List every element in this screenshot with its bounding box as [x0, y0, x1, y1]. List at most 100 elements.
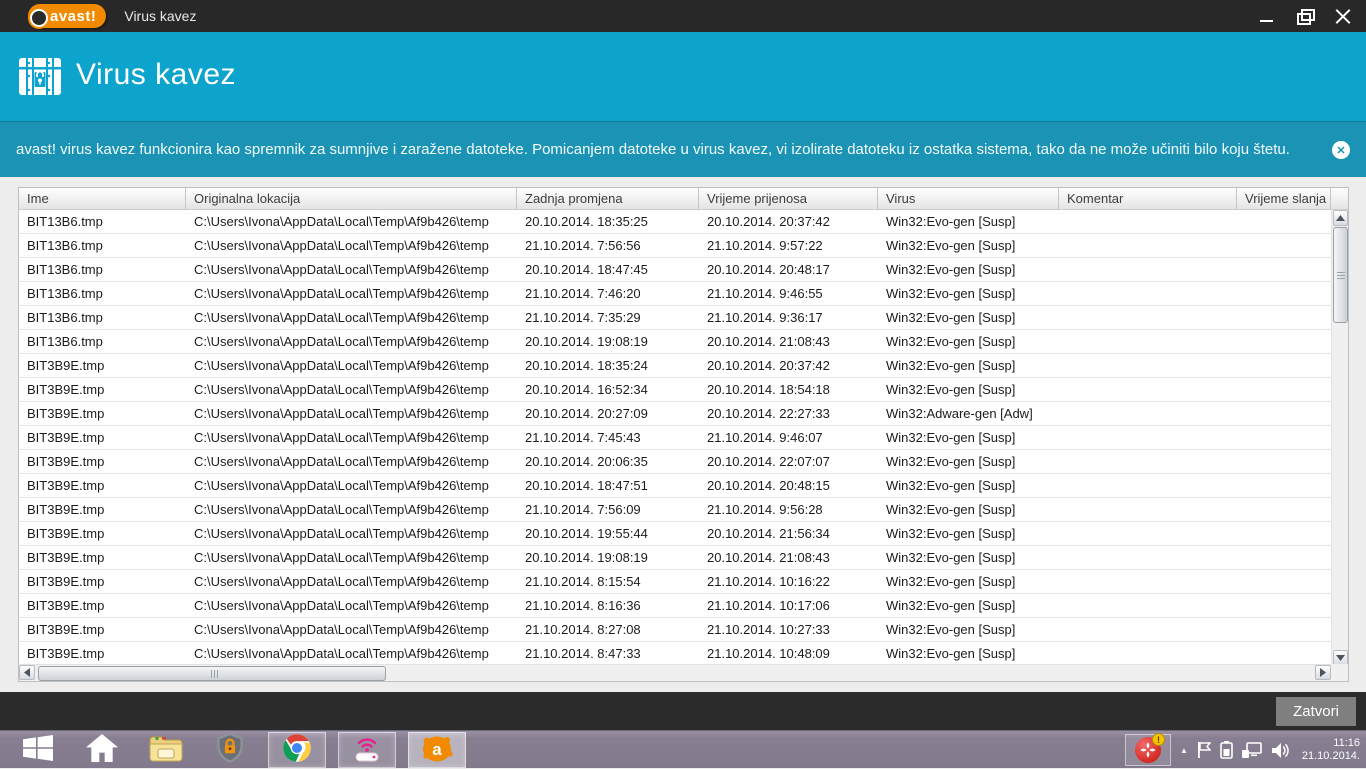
table-row[interactable]: BIT13B6.tmp C:\Users\Ivona\AppData\Local\… — [19, 210, 1348, 234]
table-row[interactable]: BIT3B9E.tmp C:\Users\Ivona\AppData\Local\… — [19, 450, 1348, 474]
taskbar-clock[interactable]: 11:16 21.10.2014. — [1302, 737, 1360, 763]
column-header[interactable]: Ime — [19, 188, 186, 210]
table-cell — [1237, 426, 1331, 449]
table-cell: C:\Users\Ivona\AppData\Local\Temp\Af9b42… — [194, 358, 489, 373]
table-row[interactable]: BIT3B9E.tmp C:\Users\Ivona\AppData\Local\… — [19, 354, 1348, 378]
table-cell: 21.10.2014. 7:46:20 — [525, 286, 641, 301]
table-cell: 20.10.2014. 20:48:15 — [707, 478, 830, 493]
table-cell — [1059, 594, 1237, 617]
start-button[interactable] — [12, 732, 64, 768]
column-header[interactable]: Vrijeme slanja — [1237, 188, 1331, 210]
tray-expand-icon[interactable]: ▲ — [1180, 746, 1188, 755]
table-row[interactable]: BIT3B9E.tmp C:\Users\Ivona\AppData\Local\… — [19, 378, 1348, 402]
table-cell: BIT3B9E.tmp — [27, 622, 105, 637]
virus-chest-table: Ime Originalna lokacija Zadnja promjena Vri… — [18, 187, 1349, 682]
table-cell: 20.10.2014. 21:08:43 — [707, 550, 830, 565]
table-cell: 20.10.2014. 19:08:19 — [525, 334, 648, 349]
column-header[interactable]: Komentar — [1059, 188, 1237, 210]
wifi-hotspot-icon — [351, 733, 383, 768]
table-row[interactable]: BIT3B9E.tmp C:\Users\Ivona\AppData\Local\… — [19, 498, 1348, 522]
table-cell: C:\Users\Ivona\AppData\Local\Temp\Af9b42… — [194, 598, 489, 613]
security-shield-button[interactable] — [204, 732, 256, 768]
avast-icon: a — [420, 732, 454, 769]
table-row[interactable]: BIT3B9E.tmp C:\Users\Ivona\AppData\Local\… — [19, 402, 1348, 426]
table-cell: BIT13B6.tmp — [27, 238, 103, 253]
table-cell: 21.10.2014. 7:45:43 — [525, 430, 641, 445]
table-cell — [1237, 522, 1331, 545]
table-cell: C:\Users\Ivona\AppData\Local\Temp\Af9b42… — [194, 646, 489, 661]
minimize-icon[interactable] — [1258, 7, 1276, 25]
table-cell — [1059, 402, 1237, 425]
table-row[interactable]: BIT13B6.tmp C:\Users\Ivona\AppData\Local\… — [19, 306, 1348, 330]
table-row[interactable]: BIT13B6.tmp C:\Users\Ivona\AppData\Local\… — [19, 258, 1348, 282]
column-header[interactable]: Originalna lokacija — [186, 188, 517, 210]
table-cell — [1237, 330, 1331, 353]
table-row[interactable]: BIT3B9E.tmp C:\Users\Ivona\AppData\Local\… — [19, 426, 1348, 450]
table-cell: 20.10.2014. 20:37:42 — [707, 214, 830, 229]
table-cell: C:\Users\Ivona\AppData\Local\Temp\Af9b42… — [194, 334, 489, 349]
zatvori-button[interactable]: Zatvori — [1276, 697, 1356, 726]
table-cell — [1237, 354, 1331, 377]
table-cell: Win32:Evo-gen [Susp] — [886, 262, 1016, 277]
alert-tray-button[interactable] — [1124, 733, 1171, 766]
home-button[interactable] — [76, 732, 128, 768]
table-row[interactable]: BIT13B6.tmp C:\Users\Ivona\AppData\Local\… — [19, 234, 1348, 258]
content-area: Ime Originalna lokacija Zadnja promjena Vri… — [0, 177, 1366, 692]
table-row[interactable]: BIT3B9E.tmp C:\Users\Ivona\AppData\Local\… — [19, 570, 1348, 594]
table-cell — [1237, 402, 1331, 425]
battery-icon[interactable] — [1220, 741, 1233, 759]
info-banner: avast! virus kavez funkcionira kao sprem… — [0, 121, 1366, 177]
table-cell — [1059, 354, 1237, 377]
close-icon[interactable] — [1334, 7, 1352, 25]
table-row[interactable]: BIT3B9E.tmp C:\Users\Ivona\AppData\Local\… — [19, 522, 1348, 546]
table-cell: 21.10.2014. 8:47:33 — [525, 646, 641, 661]
scroll-right-icon[interactable] — [1315, 665, 1331, 680]
table-row[interactable]: BIT3B9E.tmp C:\Users\Ivona\AppData\Local\… — [19, 546, 1348, 570]
table-row[interactable]: BIT3B9E.tmp C:\Users\Ivona\AppData\Local\… — [19, 474, 1348, 498]
table-row[interactable]: BIT3B9E.tmp C:\Users\Ivona\AppData\Local\… — [19, 642, 1348, 666]
column-header[interactable]: Vrijeme prijenosa — [699, 188, 878, 210]
column-header[interactable]: Zadnja promjena — [517, 188, 699, 210]
table-cell: C:\Users\Ivona\AppData\Local\Temp\Af9b42… — [194, 382, 489, 397]
vertical-scroll-thumb[interactable] — [1333, 227, 1348, 323]
file-explorer-button[interactable] — [140, 732, 192, 768]
table-cell: BIT13B6.tmp — [27, 262, 103, 277]
restore-icon[interactable] — [1296, 7, 1315, 25]
vertical-scrollbar[interactable] — [1331, 210, 1348, 666]
table-row[interactable]: BIT3B9E.tmp C:\Users\Ivona\AppData\Local\… — [19, 618, 1348, 642]
table-cell: C:\Users\Ivona\AppData\Local\Temp\Af9b42… — [194, 478, 489, 493]
table-cell: 21.10.2014. 10:17:06 — [707, 598, 830, 613]
banner-close-icon[interactable] — [1332, 141, 1350, 159]
speaker-icon[interactable] — [1271, 742, 1289, 759]
table-body: BIT13B6.tmp C:\Users\Ivona\AppData\Local\… — [19, 210, 1348, 666]
horizontal-scroll-thumb[interactable] — [38, 666, 386, 681]
table-cell: 21.10.2014. 7:56:09 — [525, 502, 641, 517]
avast-button[interactable]: a — [408, 732, 466, 768]
horizontal-scrollbar[interactable] — [19, 664, 1331, 681]
table-cell: 21.10.2014. 7:56:56 — [525, 238, 641, 253]
column-header[interactable]: Virus — [878, 188, 1059, 210]
table-cell: 20.10.2014. 18:35:24 — [525, 358, 648, 373]
table-row[interactable]: BIT13B6.tmp C:\Users\Ivona\AppData\Local\… — [19, 282, 1348, 306]
table-cell — [1237, 594, 1331, 617]
table-row[interactable]: BIT3B9E.tmp C:\Users\Ivona\AppData\Local\… — [19, 594, 1348, 618]
table-cell: BIT3B9E.tmp — [27, 406, 105, 421]
table-row[interactable]: BIT13B6.tmp C:\Users\Ivona\AppData\Local\… — [19, 330, 1348, 354]
wifi-hotspot-button[interactable] — [338, 732, 396, 768]
table-cell: C:\Users\Ivona\AppData\Local\Temp\Af9b42… — [194, 574, 489, 589]
network-icon[interactable] — [1241, 741, 1262, 759]
scroll-left-icon[interactable] — [19, 665, 35, 680]
chrome-button[interactable] — [268, 732, 326, 768]
shield-lock-icon — [216, 732, 244, 768]
table-cell: 21.10.2014. 10:48:09 — [707, 646, 830, 661]
table-cell: BIT3B9E.tmp — [27, 574, 105, 589]
table-cell: BIT3B9E.tmp — [27, 478, 105, 493]
scrollbar-corner — [1331, 664, 1348, 681]
flag-icon[interactable] — [1197, 742, 1211, 758]
table-cell — [1059, 210, 1237, 233]
table-cell: C:\Users\Ivona\AppData\Local\Temp\Af9b42… — [194, 262, 489, 277]
avast-logo-text: avast! — [50, 7, 97, 25]
table-cell: BIT3B9E.tmp — [27, 598, 105, 613]
scroll-up-icon[interactable] — [1333, 210, 1348, 226]
table-cell — [1059, 618, 1237, 641]
